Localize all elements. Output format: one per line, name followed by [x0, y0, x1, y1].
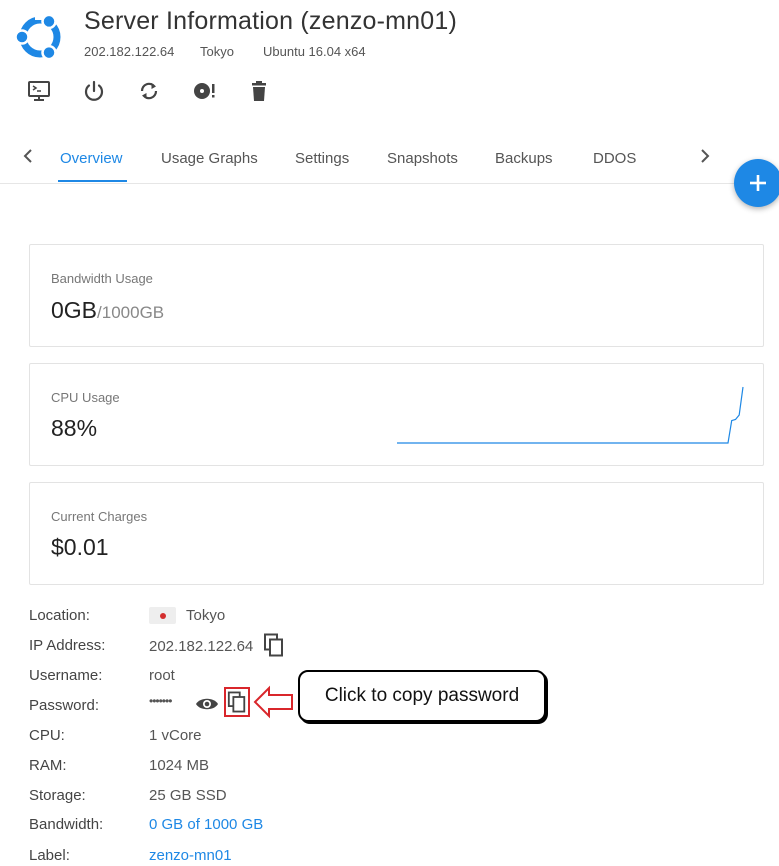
chevron-left-icon	[23, 149, 32, 163]
bandwidth-usage-value: 0GB/1000GB	[51, 297, 164, 324]
header-ip: 202.182.122.64	[84, 44, 175, 59]
tab-backups[interactable]: Backups	[495, 150, 553, 167]
page-title: Server Information (zenzo-mn01)	[84, 7, 458, 35]
reinstall-icon	[194, 83, 215, 99]
restart-icon	[140, 82, 158, 100]
tab-overview[interactable]: Overview	[60, 150, 123, 167]
username-value: root	[149, 667, 175, 684]
storage-label: Storage:	[29, 787, 86, 804]
bandwidth-value-link[interactable]: 0 GB of 1000 GB	[149, 816, 263, 833]
ubuntu-logo-icon	[14, 10, 61, 61]
bandwidth-usage-card: Bandwidth Usage 0GB/1000GB	[29, 244, 764, 347]
password-value: •••••••	[149, 694, 172, 708]
reinstall-button[interactable]	[191, 78, 217, 104]
server-label-link[interactable]: zenzo-mn01	[149, 847, 232, 864]
location-value: Tokyo	[186, 607, 226, 624]
active-tab-indicator	[58, 180, 127, 182]
delete-button[interactable]	[246, 78, 272, 104]
cpu-usage-label: CPU Usage	[51, 390, 120, 405]
bandwidth-used: 0GB	[51, 297, 98, 323]
cpu-usage-card: CPU Usage 88%	[29, 363, 764, 466]
copy-password-callout: Click to copy password	[298, 670, 546, 722]
bandwidth-total: /1000GB	[97, 303, 165, 322]
tab-ddos[interactable]: DDOS	[593, 150, 636, 167]
ip-address-value: 202.182.122.64	[149, 638, 254, 655]
password-label: Password:	[29, 697, 100, 714]
username-label: Username:	[29, 667, 103, 684]
bandwidth-usage-label: Bandwidth Usage	[51, 271, 153, 286]
header-os: Ubuntu 16.04 x64	[263, 44, 366, 59]
current-charges-label: Current Charges	[51, 509, 148, 524]
current-charges-value: $0.01	[51, 534, 109, 560]
tab-snapshots[interactable]: Snapshots	[387, 150, 458, 167]
tab-usage-graphs[interactable]: Usage Graphs	[161, 150, 258, 167]
cpu-sparkline	[397, 386, 744, 444]
power-button[interactable]	[81, 78, 107, 104]
ram-label: RAM:	[29, 757, 67, 774]
add-button[interactable]	[734, 159, 779, 207]
restart-button[interactable]	[136, 78, 162, 104]
cpu-label: CPU:	[29, 727, 65, 744]
storage-value: 25 GB SSD	[149, 787, 227, 804]
location-label: Location:	[29, 607, 90, 624]
cpu-usage-value: 88%	[51, 415, 98, 441]
ip-address-label: IP Address:	[29, 637, 106, 654]
console-button[interactable]	[26, 78, 52, 104]
tab-scroll-right-button[interactable]	[695, 146, 715, 166]
console-icon	[28, 81, 50, 101]
copy-icon	[264, 633, 283, 657]
current-charges-card: Current Charges $0.01	[29, 482, 764, 585]
cpu-value: 1 vCore	[149, 727, 202, 744]
show-password-button[interactable]	[195, 693, 219, 715]
tab-settings[interactable]: Settings	[295, 150, 349, 167]
chevron-right-icon	[701, 149, 710, 163]
cpu-sparkline-line	[397, 386, 744, 444]
japan-flag-icon	[149, 607, 176, 624]
header-location: Tokyo	[200, 44, 234, 59]
eye-icon	[196, 698, 218, 710]
arrow-left-icon	[253, 685, 293, 719]
copy-ip-button[interactable]	[262, 632, 286, 658]
ram-value: 1024 MB	[149, 757, 210, 774]
plus-icon	[750, 175, 766, 191]
power-icon	[84, 80, 104, 101]
tab-bar: Overview Usage Graphs Settings Snapshots…	[0, 128, 779, 184]
copy-password-highlight	[224, 687, 250, 717]
trash-icon	[252, 81, 266, 101]
server-toolbar	[26, 78, 301, 104]
tab-scroll-left-button[interactable]	[18, 146, 38, 166]
bandwidth-label: Bandwidth:	[29, 816, 104, 833]
server-label-label: Label:	[29, 847, 70, 864]
